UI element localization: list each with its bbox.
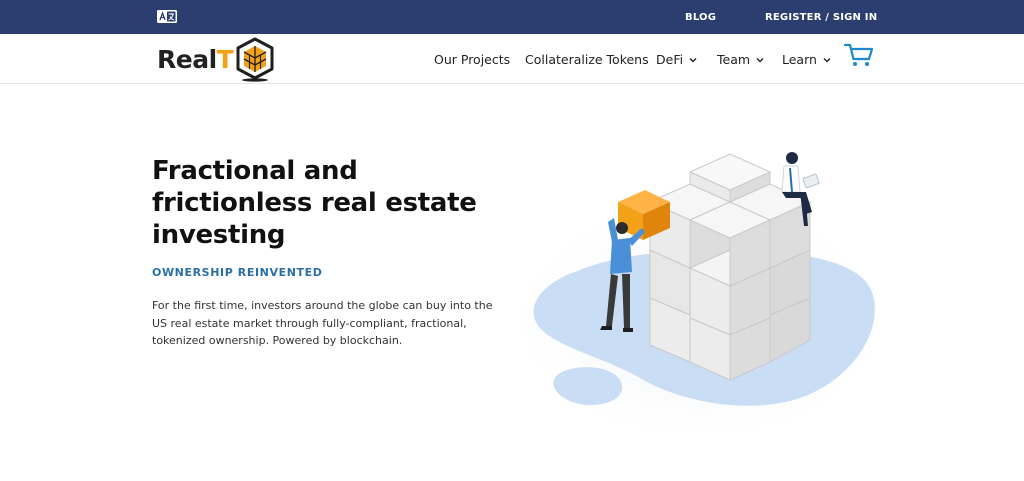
hero-description: For the first time, investors around the…: [152, 299, 493, 347]
logo-text: RealT: [157, 44, 234, 74]
hero-illustration-cubes: [500, 152, 890, 440]
blog-link[interactable]: BLOG: [685, 12, 716, 23]
nav-defi-dropdown[interactable]: DeFi: [656, 52, 697, 67]
nav-team-dropdown[interactable]: Team: [717, 52, 764, 67]
main-navbar: RealT Our Projects Collateralize Tokens …: [0, 34, 1024, 84]
hero-title: Fractional and frictionless real estate …: [152, 156, 477, 250]
nav-learn-dropdown[interactable]: Learn: [782, 52, 831, 67]
cart-icon[interactable]: [844, 42, 874, 68]
register-signin-link[interactable]: REGISTER / SIGN IN: [765, 12, 877, 23]
top-utility-bar: BLOG REGISTER / SIGN IN: [0, 0, 1024, 34]
hero-subtitle: OWNERSHIP REINVENTED: [152, 266, 323, 279]
translate-icon[interactable]: [157, 10, 177, 23]
chevron-down-icon: [756, 57, 764, 62]
realt-logo[interactable]: RealT: [157, 34, 276, 84]
hexagon-house-logo-icon: [236, 37, 274, 82]
nav-our-projects[interactable]: Our Projects: [434, 52, 510, 67]
chevron-down-icon: [689, 57, 697, 62]
chevron-down-icon: [823, 57, 831, 62]
nav-collateralize-tokens[interactable]: Collateralize Tokens: [525, 52, 649, 67]
